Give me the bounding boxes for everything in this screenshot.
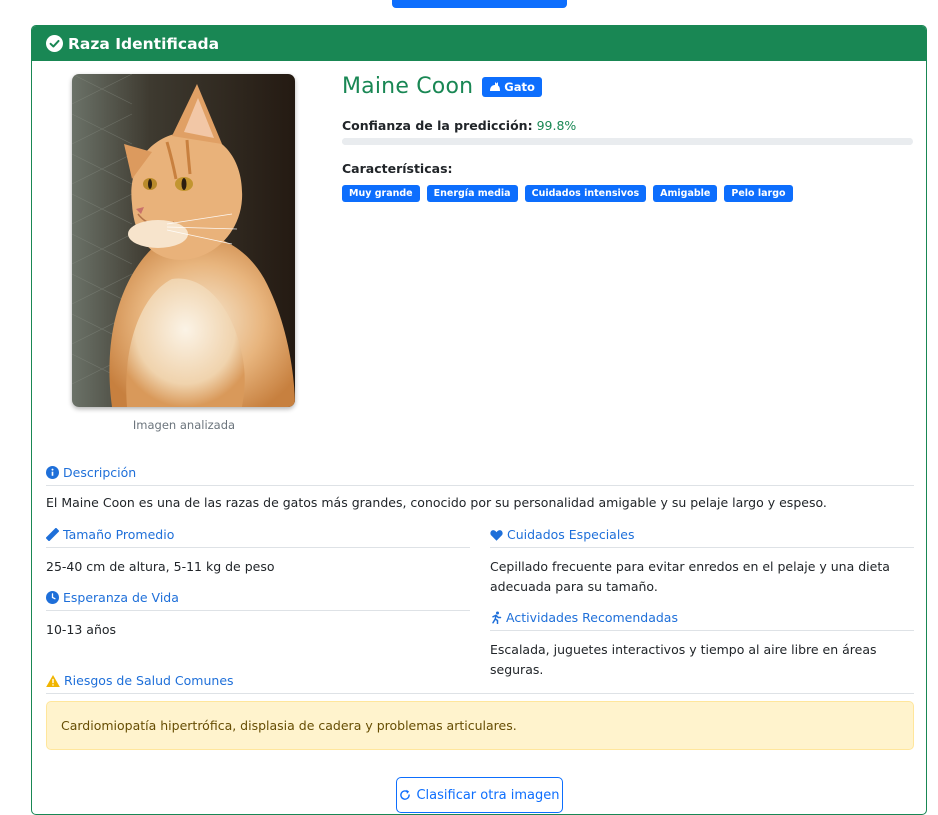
description-title: Descripción	[63, 465, 137, 480]
size-heading: Tamaño Promedio	[46, 527, 470, 548]
care-text-line-1: Cepillado frecuente para evitar enredos …	[490, 559, 890, 574]
confidence-row: Confianza de la predicción: 99.8%	[342, 118, 576, 133]
care-text-line-2: adecuada para su tamaño.	[490, 579, 658, 594]
activities-heading: Actividades Recomendadas	[490, 610, 914, 631]
photo-caption: Imagen analizada	[132, 418, 236, 432]
size-text: 25-40 cm de altura, 5-11 kg de peso	[46, 559, 275, 574]
info-circle-icon	[46, 466, 59, 479]
breed-name: Maine Coon	[342, 74, 474, 99]
health-heading: Riesgos de Salud Comunes	[46, 673, 914, 694]
photo-section: Imagen analizada	[72, 74, 296, 432]
ruler-icon	[46, 528, 59, 541]
characteristic-badge: Cuidados intensivos	[524, 185, 647, 202]
cat-photo	[72, 74, 295, 407]
breed-row: Maine Coon Gato	[342, 74, 542, 99]
lifespan-heading: Esperanza de Vida	[46, 590, 470, 611]
heart-icon	[490, 529, 503, 541]
classify-again-label: Clasificar otra imagen	[416, 787, 560, 803]
warning-icon	[46, 674, 60, 687]
characteristics-list: Muy grande Energía media Cuidados intens…	[342, 185, 793, 202]
check-circle-icon	[46, 35, 63, 52]
card-title: Raza Identificada	[68, 34, 220, 53]
classify-again-button[interactable]: Clasificar otra imagen	[396, 777, 563, 813]
description-heading: Descripción	[46, 465, 914, 486]
confidence-label: Confianza de la predicción:	[342, 118, 533, 133]
result-card: Raza Identificada Imagen analizada Maine…	[31, 25, 927, 815]
health-alert: Cardiomiopatía hipertrófica, displasia d…	[46, 701, 914, 750]
health-title: Riesgos de Salud Comunes	[64, 673, 234, 688]
care-title: Cuidados Especiales	[507, 527, 635, 542]
characteristic-badge: Amigable	[653, 185, 718, 202]
refresh-icon	[400, 789, 411, 800]
type-badge-label: Gato	[504, 79, 535, 94]
card-header: Raza Identificada	[32, 26, 926, 61]
running-icon	[492, 611, 502, 624]
characteristic-badge: Energía media	[426, 185, 518, 202]
characteristic-badge: Pelo largo	[724, 185, 793, 202]
confidence-progress-fill	[342, 138, 912, 145]
health-text: Cardiomiopatía hipertrófica, displasia d…	[61, 718, 517, 733]
lifespan-text: 10-13 años	[46, 622, 117, 637]
clock-icon	[46, 591, 59, 604]
description-text: El Maine Coon es una de las razas de gat…	[46, 495, 827, 510]
lifespan-title: Esperanza de Vida	[63, 590, 179, 605]
size-title: Tamaño Promedio	[63, 527, 175, 542]
care-text: Cepillado frecuente para evitar enredos …	[490, 557, 890, 597]
confidence-progress-bar	[342, 138, 913, 145]
confidence-value: 99.8%	[536, 118, 577, 133]
type-badge: Gato	[482, 76, 542, 97]
top-action-button[interactable]	[392, 0, 567, 8]
activities-title: Actividades Recomendadas	[506, 610, 678, 625]
care-heading: Cuidados Especiales	[490, 527, 914, 548]
characteristic-badge: Muy grande	[342, 185, 420, 202]
cat-icon	[490, 82, 501, 91]
characteristics-title: Características:	[342, 161, 453, 176]
